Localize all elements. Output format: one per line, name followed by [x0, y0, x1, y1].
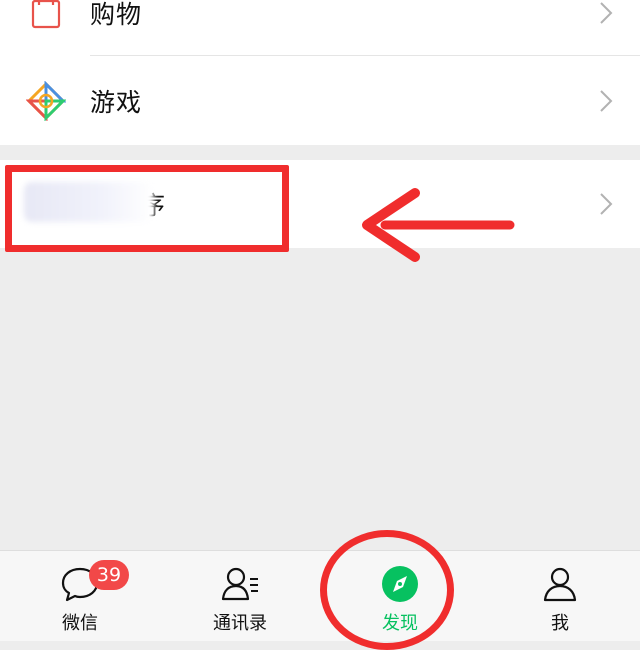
- tab-me[interactable]: 我: [480, 551, 640, 641]
- tab-label: 我: [551, 613, 569, 634]
- person-icon: [540, 565, 580, 603]
- annotation-highlight-circle: [320, 530, 454, 650]
- unread-badge: 39: [89, 560, 129, 590]
- tab-label: 通讯录: [213, 613, 267, 634]
- chevron-right-icon: [600, 193, 613, 215]
- shopping-bag-icon: [26, 0, 66, 33]
- menu-item-label: 游戏: [90, 88, 143, 117]
- contacts-icon: [220, 565, 260, 603]
- annotation-highlight-box: [5, 165, 289, 252]
- chevron-right-icon: [600, 2, 613, 24]
- tab-contacts[interactable]: 通讯录: [160, 551, 320, 641]
- game-diamond-icon: [25, 80, 67, 122]
- chevron-right-icon: [600, 90, 613, 112]
- tab-chats[interactable]: 39 微信: [0, 551, 160, 641]
- menu-item-shopping[interactable]: 购物: [0, 0, 640, 58]
- menu-group-top: 购物 游戏: [0, 0, 640, 145]
- menu-item-games[interactable]: 游戏: [0, 56, 640, 146]
- annotation-arrow-icon: [362, 188, 515, 262]
- tab-label: 微信: [62, 613, 98, 634]
- menu-item-label: 购物: [90, 0, 143, 29]
